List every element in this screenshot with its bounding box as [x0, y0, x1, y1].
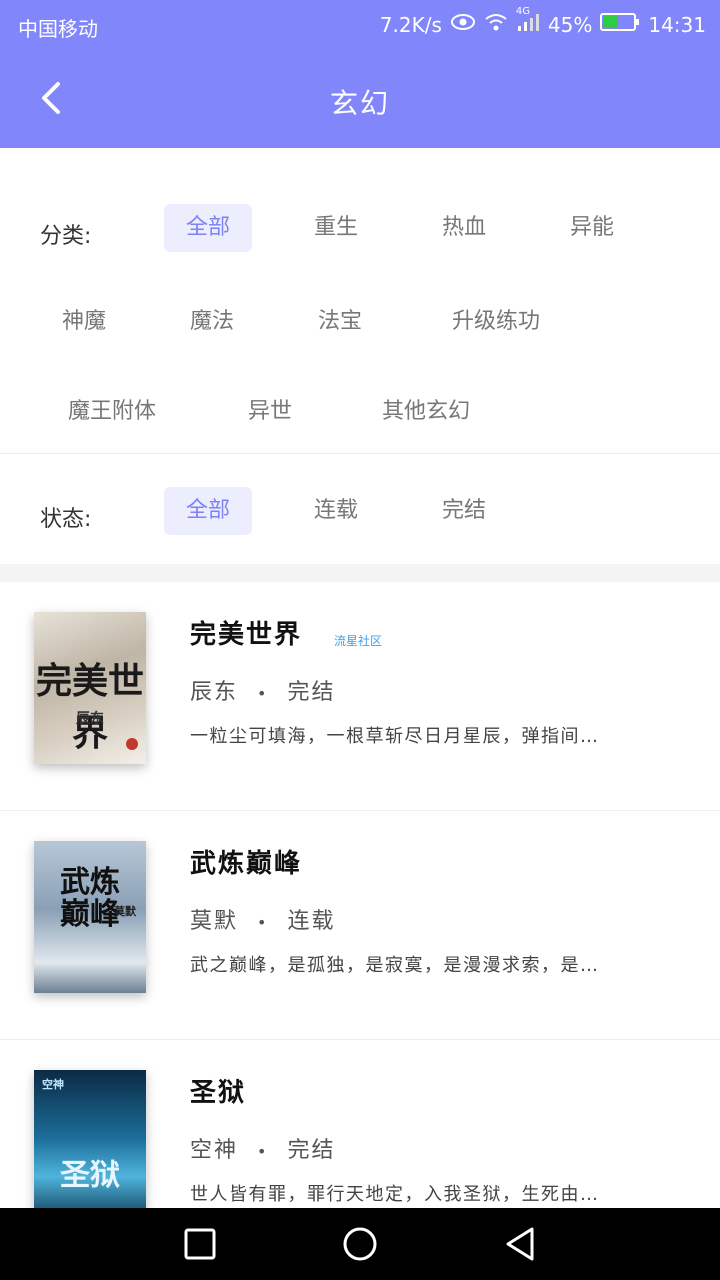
book-meta: 空神 • 完结: [190, 1132, 335, 1164]
book-meta: 辰东 • 完结: [190, 674, 335, 706]
book-status: 连载: [287, 909, 336, 934]
cover-author: 莫默: [114, 905, 136, 918]
wifi-icon: [484, 12, 508, 37]
app-header: 玄幻: [0, 50, 720, 148]
carrier-label: 中国移动: [18, 17, 98, 41]
book-description: 世人皆有罪，罪行天地定，入我圣狱，生死由…: [190, 1184, 600, 1205]
book-title: 圣狱: [190, 1078, 247, 1108]
signal-icon: 4G: [516, 6, 540, 37]
filter-panel: 分类: 全部 重生 热血 异能 神魔 魔法 法宝 升级练功 魔王附体 异世 其他…: [0, 148, 720, 564]
book-title: 武炼巅峰: [190, 849, 303, 879]
status-chip-completed[interactable]: 完结: [420, 487, 508, 535]
eye-icon: [450, 12, 476, 37]
status-chip-all[interactable]: 全部: [164, 487, 252, 535]
book-description: 武之巅峰，是孤独，是寂寞，是漫漫求索，是…: [190, 955, 600, 976]
category-chip-demon-king[interactable]: 魔王附体: [40, 388, 184, 436]
category-label: 分类:: [40, 224, 92, 249]
clock: 14:31: [648, 12, 706, 37]
book-status: 完结: [287, 1138, 336, 1163]
book-description: 一粒尘可填海，一根草斩尽日月星辰，弹指间…: [190, 726, 600, 747]
status-chip-serializing[interactable]: 连载: [292, 487, 380, 535]
category-chip-rebirth[interactable]: 重生: [292, 204, 380, 252]
book-meta: 莫默 • 连载: [190, 903, 335, 935]
book-author: 辰东: [190, 680, 239, 705]
system-nav-bar: [0, 1208, 720, 1280]
back-triangle-icon[interactable]: [502, 1226, 538, 1262]
book-cover: 圣狱 空神: [34, 1070, 146, 1222]
home-icon[interactable]: [342, 1226, 378, 1262]
page-title: 玄幻: [329, 87, 390, 120]
recent-apps-icon[interactable]: [182, 1226, 218, 1262]
network-speed: 7.2K/s: [379, 12, 442, 37]
status-right: 7.2K/s 4G 45% 14:31: [379, 6, 706, 37]
book-item[interactable]: 武炼巅峰 莫默 武炼巅峰 莫默 • 连载 武之巅峰，是孤独，是寂寞，是漫漫求索，…: [0, 811, 720, 1040]
book-title: 完美世界: [190, 620, 303, 650]
meta-separator: •: [257, 684, 269, 703]
status-label: 状态:: [40, 507, 92, 532]
category-chip-other-world[interactable]: 异世: [226, 388, 314, 436]
network-type-label: 4G: [515, 6, 531, 17]
status-bar: 中国移动 7.2K/s 4G 45% 14:31: [0, 0, 720, 50]
cover-title: 圣狱: [60, 1158, 120, 1193]
category-chip-magic[interactable]: 魔法: [168, 298, 256, 346]
seal-icon: [126, 738, 138, 750]
meta-separator: •: [257, 1142, 269, 1161]
book-cover: 完美世界 辰东: [34, 612, 146, 764]
divider: [0, 453, 720, 454]
category-chip-gods-demons[interactable]: 神魔: [40, 298, 128, 346]
book-author: 空神: [190, 1138, 239, 1163]
cover-title: 武炼巅峰: [60, 865, 120, 932]
category-chip-other-fantasy[interactable]: 其他玄幻: [354, 388, 498, 436]
book-cover: 武炼巅峰 莫默: [34, 841, 146, 993]
source-badge: 流星社区: [334, 634, 383, 648]
cover-author: 辰东: [76, 711, 104, 727]
book-author: 莫默: [190, 909, 239, 934]
battery-percent: 45%: [547, 12, 593, 37]
category-chip-all[interactable]: 全部: [164, 204, 252, 252]
cover-author: 空神: [42, 1078, 64, 1091]
battery-icon: [600, 12, 640, 37]
book-item[interactable]: 圣狱 空神 圣狱 空神 • 完结 世人皆有罪，罪行天地定，入我圣狱，生死由…: [0, 1040, 720, 1222]
book-status: 完结: [287, 680, 336, 705]
category-chip-superpower[interactable]: 异能: [548, 204, 636, 252]
section-gap: [0, 564, 720, 582]
category-chip-treasure[interactable]: 法宝: [296, 298, 384, 346]
book-item[interactable]: 完美世界 辰东 完美世界 流星社区 辰东 • 完结 一粒尘可填海，一根草斩尽日月…: [0, 582, 720, 811]
meta-separator: •: [257, 913, 269, 932]
category-chip-hot-blood[interactable]: 热血: [420, 204, 508, 252]
category-chip-leveling[interactable]: 升级练功: [424, 298, 568, 346]
